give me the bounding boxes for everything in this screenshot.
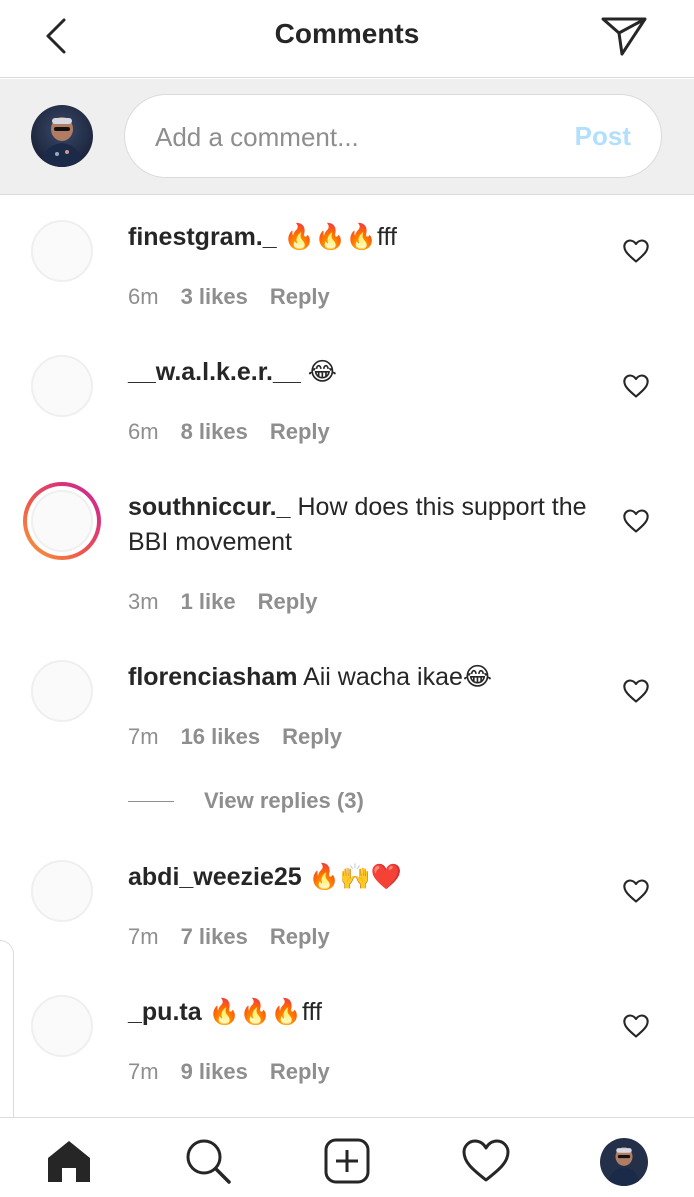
comment-username[interactable]: __w.a.l.k.e.r.__: [128, 358, 301, 386]
comment-text: finestgram._ 🔥🔥🔥fff: [128, 220, 598, 255]
current-user-avatar[interactable]: [31, 105, 93, 167]
comment-text: _pu.ta 🔥🔥🔥fff: [128, 995, 598, 1030]
heart-outline-icon[interactable]: [622, 677, 650, 705]
search-icon[interactable]: [183, 1136, 233, 1186]
comment-meta: 3m 1 like Reply: [128, 589, 340, 615]
commenter-avatar[interactable]: [31, 860, 93, 922]
comment-time: 7m: [128, 1059, 159, 1084]
comment-likes[interactable]: 3 likes: [181, 284, 248, 309]
comment-meta: 7m 16 likes Reply: [128, 724, 364, 750]
add-post-icon[interactable]: [322, 1136, 372, 1186]
avatar-picture: [31, 490, 93, 552]
comment-field: Post: [124, 94, 662, 178]
comment-text: __w.a.l.k.e.r.__ 😂: [128, 355, 598, 390]
comment-meta: 7m 9 likes Reply: [128, 1059, 352, 1085]
reply-button[interactable]: Reply: [270, 924, 330, 949]
commenter-avatar[interactable]: [31, 995, 93, 1057]
profile-avatar[interactable]: [600, 1138, 648, 1186]
comment-likes[interactable]: 1 like: [181, 589, 236, 614]
comment-text: abdi_weezie25 🔥🙌❤️: [128, 860, 598, 895]
view-replies-button[interactable]: View replies (3): [128, 786, 364, 816]
post-button[interactable]: Post: [575, 121, 631, 152]
heart-outline-icon[interactable]: [622, 507, 650, 535]
activity-heart-icon[interactable]: [461, 1136, 511, 1186]
heart-outline-icon[interactable]: [622, 237, 650, 265]
comment-time: 7m: [128, 724, 159, 749]
comment-time: 6m: [128, 419, 159, 444]
comment-username[interactable]: abdi_weezie25: [128, 863, 302, 891]
comment-time: 6m: [128, 284, 159, 309]
heart-outline-icon[interactable]: [622, 372, 650, 400]
comment-username[interactable]: florenciasham: [128, 663, 298, 691]
comment-time: 7m: [128, 924, 159, 949]
reply-button[interactable]: Reply: [270, 1059, 330, 1084]
comment-meta: 6m 8 likes Reply: [128, 419, 352, 445]
comment-text: florenciasham Aii wacha ikae😂: [128, 660, 598, 695]
reply-button[interactable]: Reply: [270, 419, 330, 444]
direct-send-icon[interactable]: [598, 12, 650, 60]
comment-body: 😂: [300, 358, 337, 386]
comment-username[interactable]: southniccur._: [128, 493, 291, 521]
comment-meta: 7m 7 likes Reply: [128, 924, 352, 950]
commenter-avatar[interactable]: [31, 220, 93, 282]
header-bar: Comments: [0, 0, 694, 78]
comment-likes[interactable]: 16 likes: [181, 724, 261, 749]
comment-meta: 6m 3 likes Reply: [128, 284, 352, 310]
page-title: Comments: [274, 18, 420, 49]
reply-button[interactable]: Reply: [282, 724, 342, 749]
story-ring-gap: [27, 486, 97, 556]
replies-divider: [128, 800, 174, 802]
comment-body: 🔥🙌❤️: [301, 863, 403, 891]
heart-outline-icon[interactable]: [622, 1012, 650, 1040]
heart-outline-icon[interactable]: [622, 877, 650, 905]
comment-input[interactable]: [155, 117, 555, 157]
comment-time: 3m: [128, 589, 159, 614]
commenter-avatar[interactable]: [31, 660, 93, 722]
view-replies-label: View replies (3): [204, 788, 364, 813]
comment-username[interactable]: _pu.ta: [128, 998, 202, 1026]
commenter-avatar-story-ring[interactable]: [23, 482, 101, 560]
comment-body: 🔥🔥🔥fff: [276, 223, 397, 251]
reply-button[interactable]: Reply: [270, 284, 330, 309]
comment-likes[interactable]: 9 likes: [181, 1059, 248, 1084]
comment-likes[interactable]: 7 likes: [181, 924, 248, 949]
comment-likes[interactable]: 8 likes: [181, 419, 248, 444]
comment-text: southniccur._ How does this support the …: [128, 490, 598, 560]
home-icon[interactable]: [44, 1136, 94, 1186]
comment-body: Aii wacha ikae😂: [297, 663, 493, 691]
comment-body: 🔥🔥🔥fff: [201, 998, 322, 1026]
comment-username[interactable]: finestgram._: [128, 223, 277, 251]
bottom-navigation: [0, 1117, 694, 1197]
reply-button[interactable]: Reply: [258, 589, 318, 614]
comment-composer: Post: [0, 79, 694, 195]
commenter-avatar[interactable]: [31, 355, 93, 417]
